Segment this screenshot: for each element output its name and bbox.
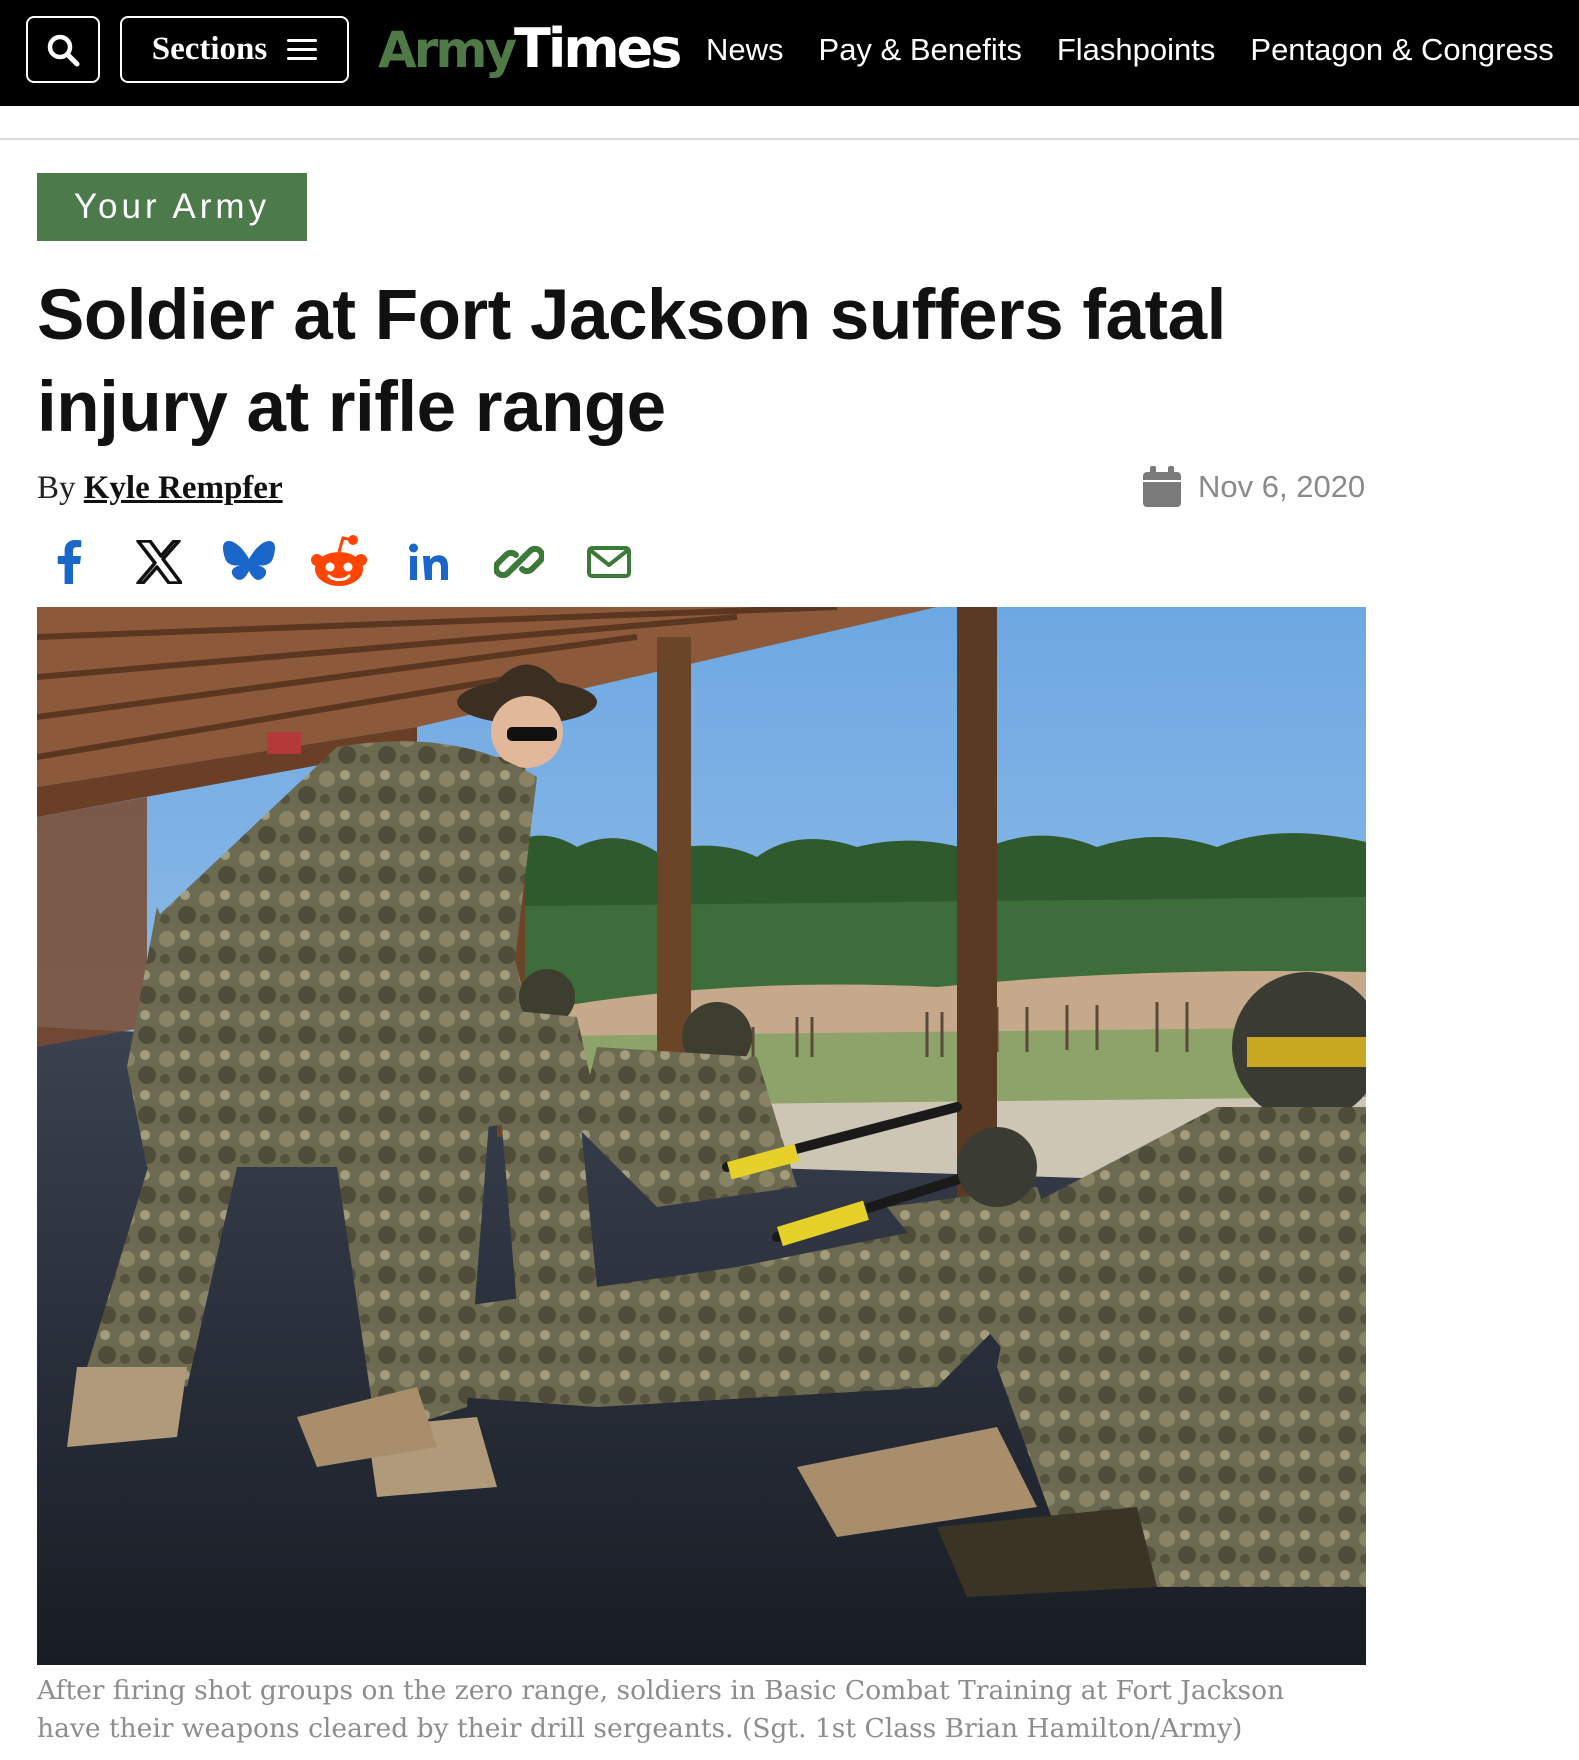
sections-menu-button[interactable]: Sections xyxy=(120,16,349,83)
linkedin-icon xyxy=(409,543,448,580)
facebook-icon xyxy=(57,540,82,584)
article-headline: Soldier at Fort Jackson suffers fatal in… xyxy=(37,276,1226,447)
bluesky-share-button[interactable] xyxy=(218,531,280,593)
sections-label: Sections xyxy=(151,31,268,67)
x-icon xyxy=(136,540,182,584)
army-times-logo[interactable]: Army Times xyxy=(378,14,682,84)
search-button[interactable] xyxy=(26,16,100,83)
facebook-share-button[interactable] xyxy=(38,531,100,593)
header-divider xyxy=(0,138,1579,140)
nav-pentagon-congress[interactable]: Pentagon & Congress xyxy=(1250,32,1553,68)
hamburger-menu-icon xyxy=(287,39,318,60)
photo-caption-line-2: have their weapons cleared by their dril… xyxy=(37,1713,1243,1744)
logo-army-text: Army xyxy=(378,21,517,79)
nav-news[interactable]: News xyxy=(706,32,784,68)
bluesky-icon xyxy=(223,541,275,580)
linkedin-share-button[interactable] xyxy=(398,531,460,593)
reddit-share-button[interactable] xyxy=(308,531,370,593)
copy-link-button[interactable] xyxy=(488,531,550,593)
search-icon xyxy=(47,34,80,66)
email-share-button[interactable] xyxy=(578,531,640,593)
byline: By Kyle Rempfer xyxy=(37,470,283,507)
nav-pay-benefits[interactable]: Pay & Benefits xyxy=(819,32,1022,68)
byline-prefix: By xyxy=(37,470,76,506)
calendar-icon xyxy=(1143,466,1181,507)
x-share-button[interactable] xyxy=(128,531,190,593)
publish-date-text: Nov 6, 2020 xyxy=(1198,469,1366,504)
logo-times-text: Times xyxy=(514,17,682,80)
photo-caption-line-1: After firing shot groups on the zero ran… xyxy=(37,1675,1285,1706)
category-tag[interactable]: Your Army xyxy=(37,173,307,241)
rifle-range-photo-illustration xyxy=(37,607,1366,1665)
publish-date: Nov 6, 2020 xyxy=(1142,466,1365,508)
email-icon xyxy=(587,546,631,578)
nav-flashpoints[interactable]: Flashpoints xyxy=(1057,32,1216,68)
main-nav: News Pay & Benefits Flashpoints Pentagon… xyxy=(706,0,1554,100)
top-navigation-bar: Sections Army Times News Pay & Benefits F… xyxy=(0,0,1579,106)
reddit-icon xyxy=(311,535,367,586)
author-link[interactable]: Kyle Rempfer xyxy=(84,470,283,506)
link-icon xyxy=(494,545,544,579)
article-lead-photo[interactable] xyxy=(37,607,1366,1665)
photo-caption: After firing shot groups on the zero ran… xyxy=(37,1672,1377,1748)
